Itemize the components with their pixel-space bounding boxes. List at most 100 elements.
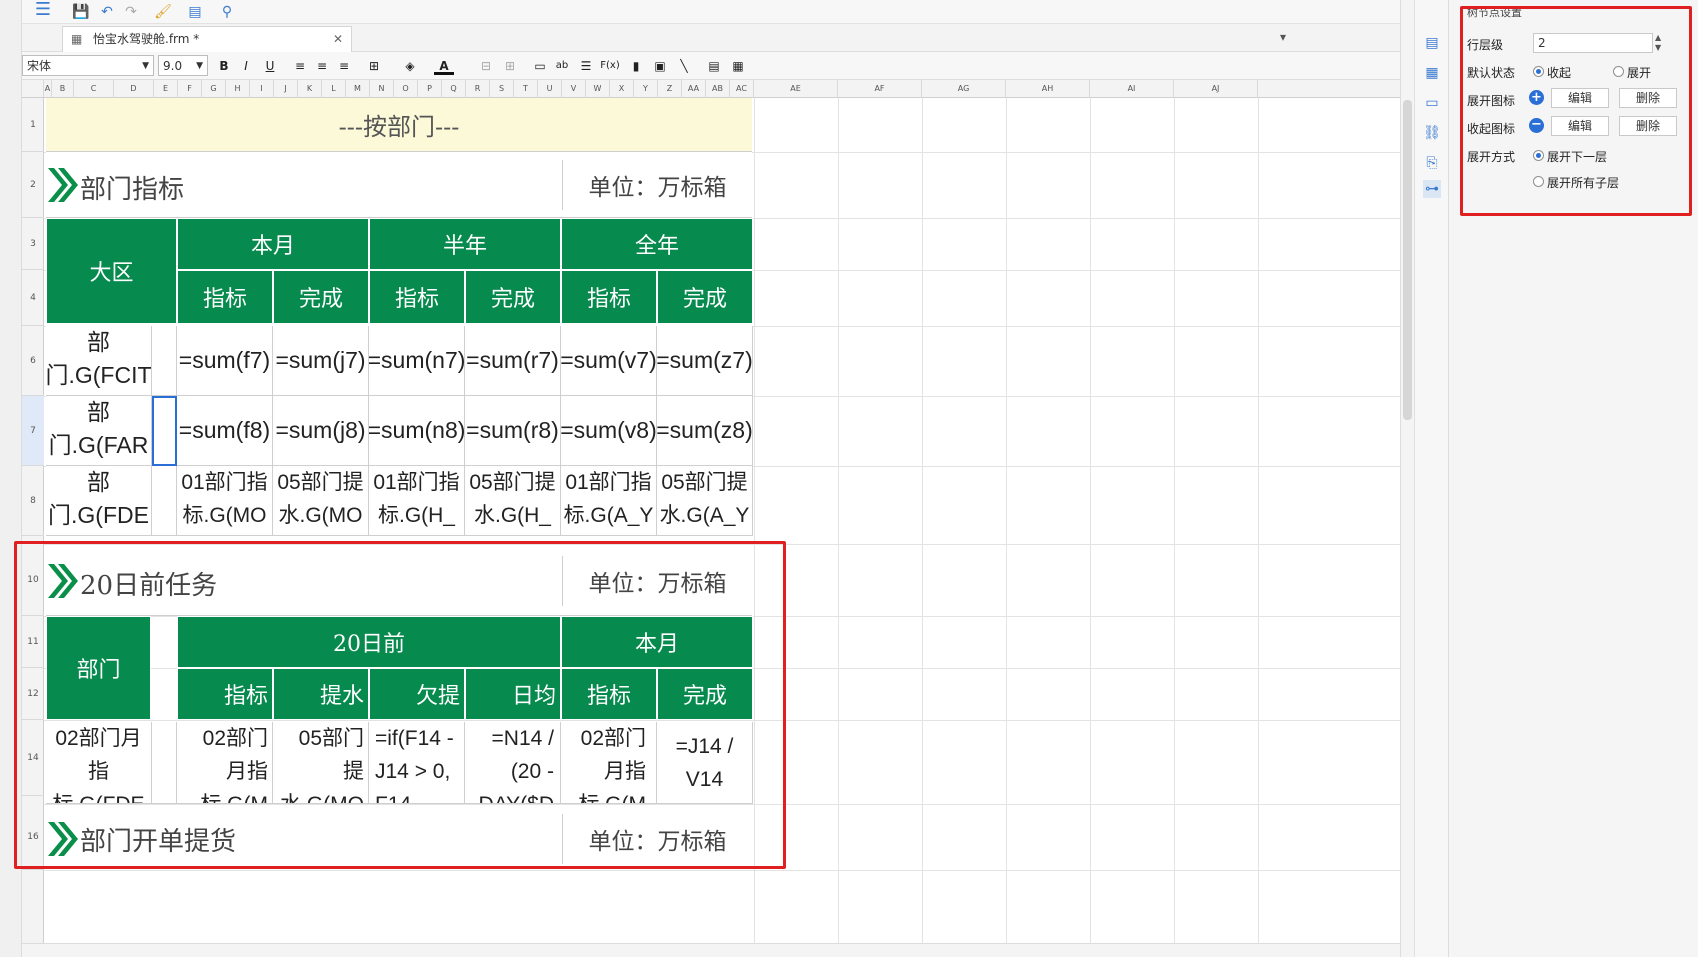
redo-icon[interactable]: ↷ [122, 3, 140, 21]
select-all-corner[interactable] [22, 80, 44, 98]
column-header-cell[interactable]: J [274, 80, 298, 98]
font-size-select[interactable]: 9.0 ▼ [158, 55, 208, 76]
widget-attr-icon[interactable]: ▦ [1423, 64, 1441, 82]
column-header-cell[interactable]: AC [730, 80, 754, 98]
header-done[interactable]: 完成 [273, 270, 369, 324]
header-month[interactable]: 本月 [177, 218, 369, 270]
data-cell[interactable]: =sum(z7) [657, 326, 753, 396]
column-header-cell[interactable]: D [114, 80, 154, 98]
column-header-cell[interactable]: T [514, 80, 538, 98]
column-header-cell[interactable]: G [202, 80, 226, 98]
preview-icon[interactable]: ▤ [186, 3, 204, 21]
data-cell[interactable]: =sum(z8) [657, 396, 753, 466]
header-region[interactable]: 大区 [46, 218, 177, 324]
column-header-cell[interactable]: I [250, 80, 274, 98]
column-header-cell[interactable]: E [154, 80, 178, 98]
column-header-cell[interactable]: AA [682, 80, 706, 98]
scrollbar-thumb[interactable] [1403, 100, 1412, 420]
column-header-cell[interactable]: AH [1006, 80, 1090, 98]
paragraph-icon[interactable]: ☰ [576, 57, 596, 75]
header-target[interactable]: 指标 [561, 270, 657, 324]
row-header-cell[interactable]: 3 [22, 218, 44, 270]
column-header-cell[interactable]: S [490, 80, 514, 98]
column-header-cell[interactable]: A [44, 80, 52, 98]
underline-button[interactable]: U [260, 57, 280, 75]
column-header-cell[interactable]: F [178, 80, 202, 98]
data-cell[interactable]: =sum(f8) [177, 396, 273, 466]
font-color-button[interactable]: A [434, 57, 454, 75]
horizontal-scrollbar[interactable] [22, 943, 1400, 957]
row-header-cell[interactable]: 8 [22, 466, 44, 536]
style-icon[interactable]: ▭ [1423, 94, 1441, 112]
data-cell-dim[interactable]: 部 门.G(FDE PTNAME) [46, 466, 152, 536]
column-header-cell[interactable]: K [298, 80, 322, 98]
section-title[interactable]: 部门指标 [80, 162, 300, 212]
data-cell[interactable]: =sum(n8) [369, 396, 465, 466]
data-cell[interactable]: =sum(j8) [273, 396, 369, 466]
selected-cell[interactable] [152, 396, 177, 466]
header-half-year[interactable]: 半年 [369, 218, 561, 270]
column-header-cell[interactable]: V [562, 80, 586, 98]
column-header-cell[interactable]: B [52, 80, 74, 98]
column-header-cell[interactable]: C [74, 80, 114, 98]
undo-icon[interactable]: ↶ [98, 3, 116, 21]
data-cell[interactable]: 01部门指 标.G(H_ YEAR) [369, 466, 465, 536]
header-full-year[interactable]: 全年 [561, 218, 753, 270]
data-cell[interactable]: 05部门提 水.G(H_ Y) [465, 466, 561, 536]
row-header-cell[interactable]: 2 [22, 152, 44, 218]
tab-menu-icon[interactable]: ▾ [1280, 30, 1296, 46]
save-icon[interactable]: 💾 [72, 3, 90, 21]
column-header-cell[interactable]: L [322, 80, 346, 98]
data-cell[interactable]: =sum(j7) [273, 326, 369, 396]
column-header-cell[interactable]: Z [658, 80, 682, 98]
text-insert-button[interactable]: ab [552, 57, 572, 75]
cell-attr-icon[interactable]: ▤ [1423, 34, 1441, 52]
data-cell[interactable]: 05部门提 水.G(MO N) [273, 466, 369, 536]
debug-icon[interactable]: ⚲ [218, 3, 236, 21]
header-done[interactable]: 完成 [465, 270, 561, 324]
header-done[interactable]: 完成 [657, 270, 753, 324]
column-header-cell[interactable]: AF [838, 80, 922, 98]
column-header-cell[interactable]: N [370, 80, 394, 98]
column-header-cell[interactable]: AI [1090, 80, 1174, 98]
data-cell[interactable] [152, 326, 177, 396]
header-target[interactable]: 指标 [177, 270, 273, 324]
column-header-cell[interactable]: R [466, 80, 490, 98]
column-header-cell[interactable]: AJ [1174, 80, 1258, 98]
fill-color-icon[interactable]: ◈ [400, 57, 420, 75]
data-cell-dim[interactable]: 部 门.G(FCIT Y) [46, 326, 152, 396]
italic-button[interactable]: I [236, 57, 256, 75]
close-tab-icon[interactable]: ✕ [333, 27, 343, 51]
data-cell[interactable]: =sum(v7) [561, 326, 657, 396]
file-tab[interactable]: ▦ 怡宝水驾驶舱.frm * ✕ [62, 26, 352, 52]
column-header-cell[interactable]: AB [706, 80, 730, 98]
bold-button[interactable]: B [214, 57, 234, 75]
vertical-scrollbar[interactable] [1400, 0, 1414, 957]
data-cell[interactable]: 01部门指 标.G(A_Y EAR) [561, 466, 657, 536]
header-target[interactable]: 指标 [369, 270, 465, 324]
data-cell[interactable] [152, 466, 177, 536]
insert-row-icon[interactable]: ▭ [530, 57, 550, 75]
border-icon[interactable]: ⊞ [364, 57, 384, 75]
column-header-cell[interactable]: W [586, 80, 610, 98]
row-header-cell[interactable]: 1 [22, 98, 44, 152]
column-header-cell[interactable]: AE [754, 80, 838, 98]
column-header-cell[interactable]: Y [634, 80, 658, 98]
row-header-cell[interactable]: 6 [22, 326, 44, 396]
column-header-cell[interactable]: O [394, 80, 418, 98]
slash-icon[interactable]: ╲ [674, 57, 694, 75]
data-cell[interactable]: 05部门提 水.G(A_Y ) [657, 466, 753, 536]
condition-icon[interactable]: ⎘ [1423, 154, 1441, 172]
data-cell[interactable]: =sum(r8) [465, 396, 561, 466]
chart-icon[interactable]: ▮ [626, 57, 646, 75]
font-family-select[interactable]: 宋体 ▼ [22, 55, 154, 76]
sheet-title-cell[interactable]: ---按部门--- [46, 98, 752, 152]
column-header-cell[interactable]: AG [922, 80, 1006, 98]
split-cells-icon[interactable]: ⊞ [500, 57, 520, 75]
image-icon[interactable]: ▣ [650, 57, 670, 75]
data-cell[interactable]: 01部门指 标.G(MO N) [177, 466, 273, 536]
column-header-cell[interactable]: Q [442, 80, 466, 98]
column-header-cell[interactable]: U [538, 80, 562, 98]
align-center-icon[interactable]: ≡ [312, 57, 332, 75]
align-left-icon[interactable]: ≡ [290, 57, 310, 75]
